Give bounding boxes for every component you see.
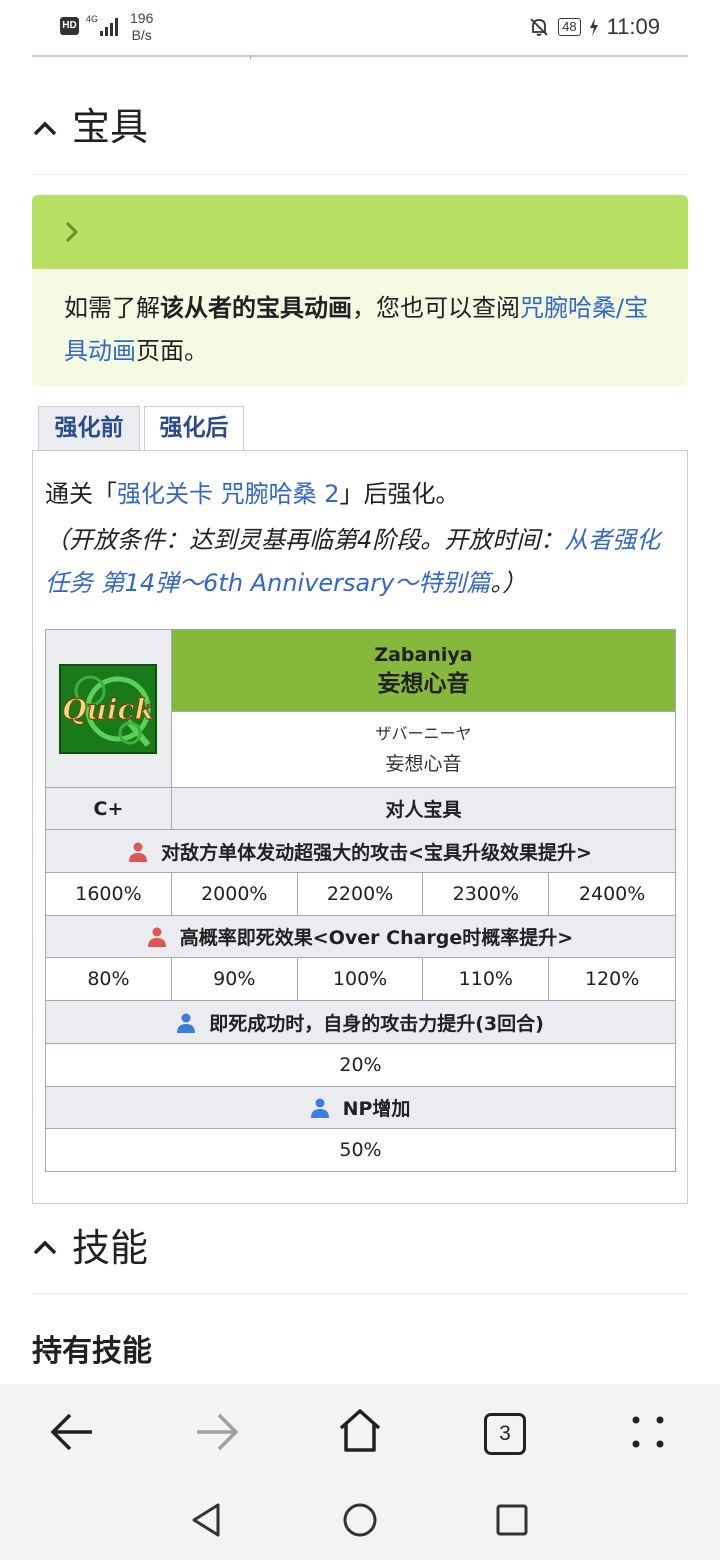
status-bar: HD 4G 196 B/s 48 11:09 <box>0 0 720 54</box>
notice-toggle[interactable] <box>32 195 688 269</box>
effect-row: NP增加 <box>45 1086 676 1129</box>
hd-indicator: HD <box>60 17 79 35</box>
section-title: 宝具 <box>72 105 149 149</box>
charging-icon <box>589 18 598 36</box>
network-type: 4G <box>86 14 99 24</box>
clock: 11:09 <box>606 14 660 39</box>
effect-value: 1600% <box>45 872 172 916</box>
section-header-skills[interactable]: 技能 <box>32 1220 688 1294</box>
section-header-noble-phantasm[interactable]: 宝具 <box>32 99 688 175</box>
tab-before-upgrade[interactable]: 强化前 <box>38 406 140 450</box>
quick-card-icon: Quick <box>56 661 160 757</box>
noble-phantasm-table: Quick Zabaniya 妄想心音 ザバーニーヤ 妄想心音 C+ 对人宝具 … <box>45 629 677 1172</box>
effect-value: 2200% <box>296 872 424 916</box>
effect-value: 90% <box>170 957 298 1001</box>
enemy-target-icon <box>147 927 166 947</box>
bell-off-icon <box>530 18 548 36</box>
effect-value: 20% <box>45 1043 676 1087</box>
system-home-icon[interactable] <box>342 1502 378 1538</box>
tab-count-button[interactable]: 3 <box>484 1413 526 1455</box>
effect-value: 110% <box>422 957 550 1001</box>
tab-panel: 通关「强化关卡 咒腕哈桑 2」后强化。 （开放条件：达到灵基再临第4阶段。开放时… <box>32 450 688 1204</box>
effect-value: 100% <box>296 957 424 1001</box>
np-ruby-zh: 妄想心音 <box>385 752 462 775</box>
effect-value: 2300% <box>422 872 550 916</box>
effect-row: 高概率即死效果<Over Charge时概率提升> <box>45 915 676 958</box>
chevron-right-icon[interactable] <box>62 219 82 245</box>
system-recents-icon[interactable] <box>496 1504 528 1536</box>
owned-skills-heading: 持有技能 <box>32 1334 152 1369</box>
notice-text: 如需了解该从者的宝具动画，您也可以查阅咒腕哈桑/宝具动画页面。 <box>64 294 649 365</box>
np-ruby-cell: ザバーニーヤ 妄想心音 <box>170 711 677 788</box>
card-cell: Quick <box>45 629 172 788</box>
np-rank: C+ <box>45 787 172 830</box>
np-name-cell: Zabaniya 妄想心音 <box>170 629 677 712</box>
np-name-en: Zabaniya <box>374 643 473 666</box>
effect-value: 80% <box>45 957 172 1001</box>
self-target-icon <box>310 1098 329 1118</box>
self-target-icon <box>177 1013 196 1033</box>
effect-value: 50% <box>45 1128 676 1172</box>
np-ruby-jp: ザバーニーヤ <box>375 723 472 743</box>
back-icon[interactable] <box>50 1412 94 1452</box>
enemy-target-icon <box>129 842 148 862</box>
unlock-condition: 通关「强化关卡 咒腕哈桑 2」后强化。 <box>45 480 460 508</box>
open-condition: （开放条件：达到灵基再临第4阶段。开放时间：从者强化任务 第14弹～6th An… <box>45 526 661 597</box>
np-name-zh: 妄想心音 <box>377 670 470 697</box>
np-type: 对人宝具 <box>170 787 677 830</box>
card-label: Quick <box>63 693 155 726</box>
section-title: 技能 <box>72 1226 149 1270</box>
chevron-up-icon[interactable] <box>32 115 58 141</box>
network-speed: 196 B/s <box>130 10 154 43</box>
chevron-up-icon[interactable] <box>32 1234 58 1260</box>
battery-level: 48 <box>558 18 581 36</box>
effect-value: 2400% <box>548 872 676 916</box>
more-menu-icon[interactable] <box>630 1414 666 1450</box>
divider-tick <box>250 55 251 59</box>
notice-box: 如需了解该从者的宝具动画，您也可以查阅咒腕哈桑/宝具动画页面。 <box>32 195 688 386</box>
signal-icon <box>100 16 122 36</box>
forward-icon[interactable] <box>195 1412 239 1452</box>
divider <box>32 55 688 57</box>
system-back-icon[interactable] <box>190 1502 222 1538</box>
effect-value: 120% <box>548 957 676 1001</box>
effect-row: 对敌方单体发动超强大的攻击<宝具升级效果提升> <box>45 829 676 873</box>
home-icon[interactable] <box>337 1408 383 1454</box>
effect-row: 即死成功时，自身的攻击力提升(3回合) <box>45 1000 676 1044</box>
tab-after-upgrade[interactable]: 强化后 <box>144 406 244 452</box>
quest-link[interactable]: 强化关卡 咒腕哈桑 2 <box>117 480 340 508</box>
effect-value: 2000% <box>170 872 298 916</box>
